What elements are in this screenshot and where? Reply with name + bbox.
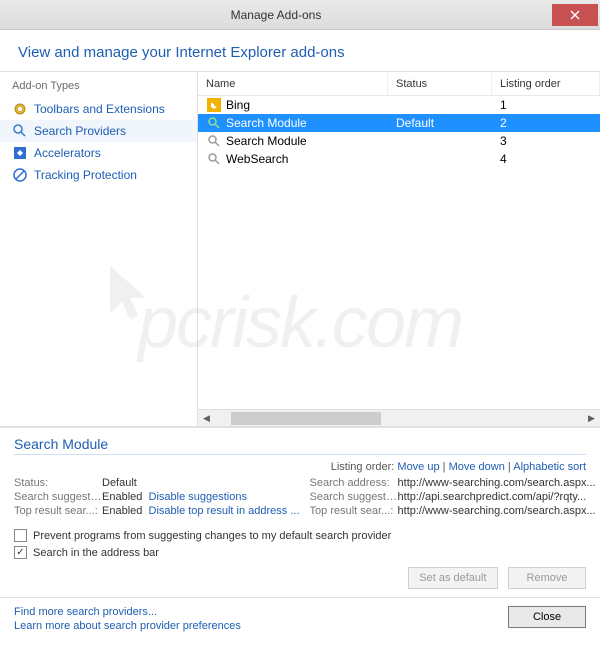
status-key: Status:	[14, 477, 102, 489]
col-order[interactable]: Listing order	[492, 72, 600, 95]
table-row[interactable]: WebSearch 4	[198, 150, 600, 168]
sidebar: Add-on Types Toolbars and Extensions Sea…	[0, 72, 198, 426]
address-key: Search address:	[310, 477, 398, 489]
accelerator-icon	[12, 145, 28, 161]
topresult-url-value: http://www-searching.com/search.aspx...	[398, 505, 596, 517]
topresult-url-key: Top result sear...:	[310, 505, 398, 517]
gear-icon	[12, 101, 28, 117]
row-name: Bing	[226, 98, 250, 112]
search-green-icon	[206, 115, 222, 131]
status-value: Default	[102, 477, 300, 489]
checkbox-label: Search in the address bar	[33, 547, 159, 559]
row-order: 4	[492, 152, 600, 166]
detail-right: Search address:http://www-searching.com/…	[310, 477, 596, 519]
sidebar-item-search-providers[interactable]: Search Providers	[0, 120, 197, 142]
row-name: Search Module	[226, 116, 307, 130]
alpha-sort-link[interactable]: Alphabetic sort	[513, 461, 586, 473]
table-row[interactable]: Search Module 3	[198, 132, 600, 150]
footer: Find more search providers... Learn more…	[0, 597, 600, 642]
sidebar-item-label: Toolbars and Extensions	[34, 102, 165, 116]
window-title: Manage Add-ons	[0, 8, 552, 22]
search-icon	[12, 123, 28, 139]
column-headers: Name Status Listing order	[198, 72, 600, 96]
table-row[interactable]: Search Module Default 2	[198, 114, 600, 132]
checkbox-icon	[14, 529, 27, 542]
detail-left: Status:Default Search suggest...:Enabled…	[14, 477, 300, 519]
row-order: 2	[492, 116, 600, 130]
suggest-url-key: Search suggest...:	[310, 491, 398, 503]
sidebar-item-toolbars[interactable]: Toolbars and Extensions	[0, 98, 197, 120]
row-order: 1	[492, 98, 600, 112]
divider	[14, 454, 586, 455]
close-dialog-button[interactable]: Close	[508, 606, 586, 628]
topresult-key: Top result sear...:	[14, 505, 102, 517]
set-default-button[interactable]: Set as default	[408, 567, 497, 589]
search-addressbar-checkbox[interactable]: ✓ Search in the address bar	[14, 546, 586, 559]
sidebar-heading: Add-on Types	[0, 80, 197, 98]
bing-icon	[206, 97, 222, 113]
address-value: http://www-searching.com/search.aspx...	[398, 477, 596, 489]
provider-list: Name Status Listing order Bing 1 Search …	[198, 72, 600, 426]
sidebar-item-label: Search Providers	[34, 124, 126, 138]
rows: Bing 1 Search Module Default 2 Search Mo…	[198, 96, 600, 409]
topresult-value: Enabled	[102, 505, 142, 517]
ordering-controls: Listing order: Move up | Move down | Alp…	[14, 461, 586, 473]
find-providers-link[interactable]: Find more search providers...	[14, 606, 508, 618]
detail-title: Search Module	[14, 436, 586, 452]
scroll-left-icon[interactable]: ◀	[198, 410, 215, 427]
suggest-key: Search suggest...:	[14, 491, 102, 503]
sidebar-item-label: Tracking Protection	[34, 168, 137, 182]
row-name: WebSearch	[226, 152, 288, 166]
scroll-thumb[interactable]	[231, 412, 381, 425]
row-status: Default	[388, 116, 492, 130]
search-grey-icon	[206, 151, 222, 167]
move-down-link[interactable]: Move down	[449, 461, 505, 473]
shield-icon	[12, 167, 28, 183]
scroll-right-icon[interactable]: ▶	[583, 410, 600, 427]
prevent-changes-checkbox[interactable]: Prevent programs from suggesting changes…	[14, 529, 586, 542]
col-status[interactable]: Status	[388, 72, 492, 95]
row-name: Search Module	[226, 134, 307, 148]
checkbox-label: Prevent programs from suggesting changes…	[33, 530, 391, 542]
search-grey-icon	[206, 133, 222, 149]
sidebar-item-tracking-protection[interactable]: Tracking Protection	[0, 164, 197, 186]
suggest-value: Enabled	[102, 491, 142, 503]
detail-pane: Search Module Listing order: Move up | M…	[0, 427, 600, 597]
close-button[interactable]	[552, 4, 598, 26]
close-icon	[570, 10, 580, 20]
header: View and manage your Internet Explorer a…	[0, 30, 600, 71]
titlebar: Manage Add-ons	[0, 0, 600, 30]
row-order: 3	[492, 134, 600, 148]
learn-more-link[interactable]: Learn more about search provider prefere…	[14, 620, 508, 632]
horizontal-scrollbar[interactable]: ◀ ▶	[198, 409, 600, 426]
move-up-link[interactable]: Move up	[397, 461, 439, 473]
col-name[interactable]: Name	[198, 72, 388, 95]
header-text: View and manage your Internet Explorer a…	[18, 44, 582, 61]
ordering-label: Listing order:	[331, 461, 395, 473]
disable-suggestions-link[interactable]: Disable suggestions	[149, 491, 247, 503]
sidebar-item-label: Accelerators	[34, 146, 101, 160]
disable-topresult-link[interactable]: Disable top result in address ...	[149, 505, 300, 517]
remove-button[interactable]: Remove	[508, 567, 586, 589]
checkbox-icon: ✓	[14, 546, 27, 559]
sidebar-item-accelerators[interactable]: Accelerators	[0, 142, 197, 164]
suggest-url-value: http://api.searchpredict.com/api/?rqty..…	[398, 491, 596, 503]
table-row[interactable]: Bing 1	[198, 96, 600, 114]
